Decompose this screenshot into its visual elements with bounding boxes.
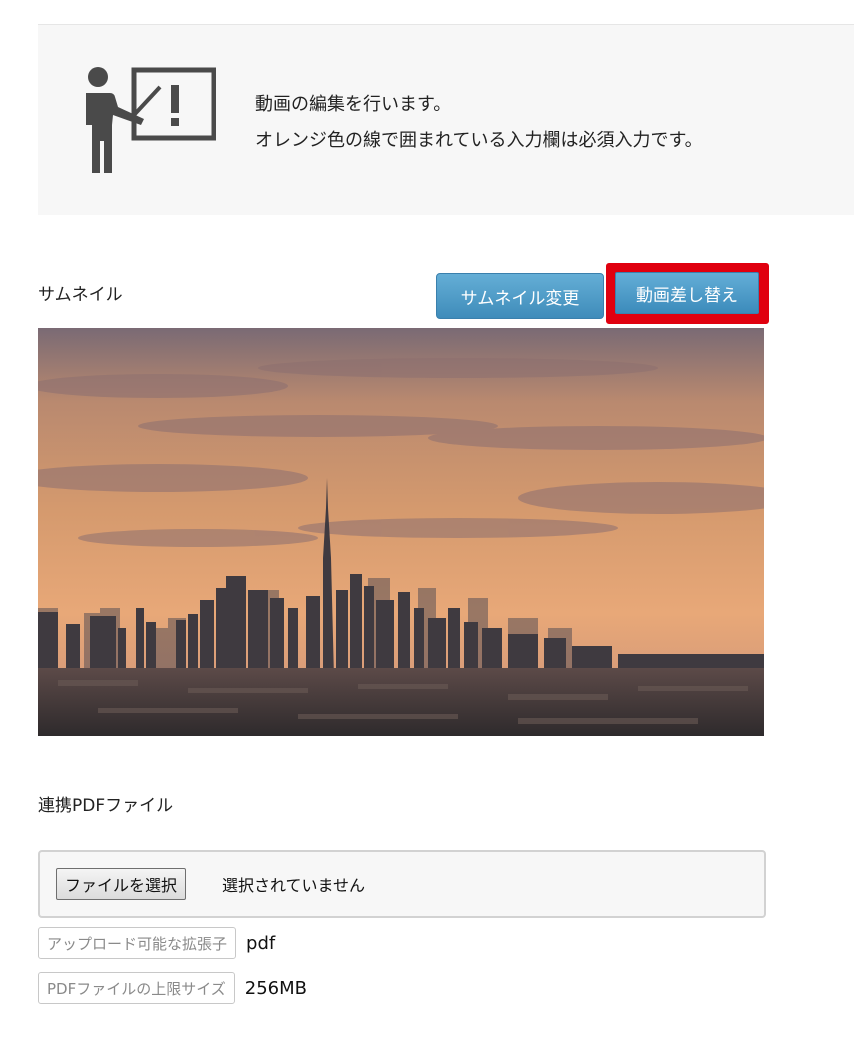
- thumbnail-image: [38, 328, 764, 736]
- pdf-section-label: 連携PDFファイル: [38, 796, 174, 816]
- change-thumbnail-button[interactable]: サムネイル変更: [436, 273, 604, 319]
- size-limit-label: PDFファイルの上限サイズ: [38, 972, 235, 1004]
- presenter-board-icon: [86, 67, 216, 173]
- thumbnail-label: サムネイル: [38, 285, 123, 305]
- notice-panel: 動画の編集を行います。 オレンジ色の線で囲まれている入力欄は必須入力です。: [38, 25, 854, 215]
- allowed-extension-label: アップロード可能な拡張子: [38, 927, 237, 959]
- pdf-file-input[interactable]: ファイルを選択 選択されていません: [38, 850, 766, 918]
- notice-line-1: 動画の編集を行います。: [255, 94, 452, 115]
- notice-line-2: オレンジ色の線で囲まれている入力欄は必須入力です。: [255, 130, 703, 151]
- file-status-text: 選択されていません: [222, 876, 366, 895]
- size-limit-value: 256MB: [244, 977, 308, 999]
- size-limit-row: PDFファイルの上限サイズ 256MB: [38, 971, 307, 1005]
- replace-video-button[interactable]: 動画差し替え: [615, 272, 759, 314]
- allowed-extension-row: アップロード可能な拡張子 pdf: [38, 926, 275, 960]
- allowed-extension-value: pdf: [246, 932, 276, 954]
- choose-file-button[interactable]: ファイルを選択: [56, 868, 187, 900]
